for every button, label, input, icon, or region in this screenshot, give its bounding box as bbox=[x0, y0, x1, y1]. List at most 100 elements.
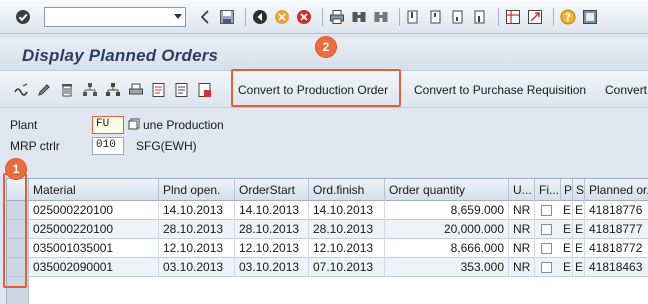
header-p[interactable]: P bbox=[561, 179, 573, 201]
cell-p: E bbox=[561, 258, 573, 277]
cell-material: 035001035001 bbox=[29, 239, 159, 258]
cell-plnd-open: 14.10.2013 bbox=[159, 201, 235, 220]
svg-text:?: ? bbox=[565, 11, 571, 24]
customize-icon[interactable] bbox=[581, 8, 599, 26]
cell-material: 035002090001 bbox=[29, 258, 159, 277]
prev-page-icon[interactable] bbox=[427, 8, 445, 26]
cell-unit: NR bbox=[509, 239, 535, 258]
highlight-row-selectors bbox=[3, 173, 27, 288]
convert-button[interactable]: Convert bbox=[601, 79, 648, 101]
page-title: Display Planned Orders bbox=[22, 46, 219, 65]
layout-icon[interactable] bbox=[504, 8, 522, 26]
print-list-icon[interactable] bbox=[127, 81, 145, 99]
collapse-icon[interactable] bbox=[196, 8, 214, 26]
cell-order-quantity: 20,000.000 bbox=[385, 220, 509, 239]
first-page-icon[interactable] bbox=[405, 8, 423, 26]
cell-s: E bbox=[573, 239, 585, 258]
cell-unit: NR bbox=[509, 220, 535, 239]
cell-ord-finish: 14.10.2013 bbox=[309, 201, 385, 220]
cell-ord-finish: 12.10.2013 bbox=[309, 239, 385, 258]
cell-s: E bbox=[573, 258, 585, 277]
cell-ord-finish: 07.10.2013 bbox=[309, 258, 385, 277]
cell-material: 025000220100 bbox=[29, 220, 159, 239]
exit-icon[interactable] bbox=[273, 8, 291, 26]
print-icon[interactable] bbox=[328, 8, 346, 26]
system-toolbar: ? bbox=[0, 0, 648, 34]
firmed-checkbox[interactable] bbox=[541, 205, 552, 216]
header-plnd-open[interactable]: Plnd open. bbox=[159, 179, 235, 201]
header-planned-order[interactable]: Planned or... bbox=[585, 179, 648, 201]
firmed-checkbox[interactable] bbox=[541, 243, 552, 254]
cell-order-quantity: 353.000 bbox=[385, 258, 509, 277]
convert-to-purchase-requisition-button[interactable]: Convert to Purchase Requisition bbox=[410, 79, 590, 101]
cell-order-quantity: 8,666.000 bbox=[385, 239, 509, 258]
back-icon[interactable] bbox=[251, 8, 269, 26]
hierarchy-icon[interactable] bbox=[81, 81, 99, 99]
cell-planned-order: 41818772 bbox=[585, 239, 648, 258]
create-session-icon[interactable] bbox=[526, 8, 544, 26]
table-row[interactable]: 025000220100 28.10.2013 28.10.2013 28.10… bbox=[29, 220, 648, 239]
cell-planned-order: 41818777 bbox=[585, 220, 648, 239]
cell-s: E bbox=[573, 201, 585, 220]
header-ord-finish[interactable]: Ord.finish bbox=[309, 179, 385, 201]
annotation-badge-1: 1 bbox=[6, 159, 26, 179]
mrp-controller-description: SFG(EWH) bbox=[136, 139, 197, 153]
mrp-controller-field[interactable]: 010 bbox=[92, 137, 124, 155]
copy-icon[interactable] bbox=[127, 117, 141, 131]
mrp-controller-label: MRP ctrlr bbox=[10, 139, 60, 153]
export-icon[interactable] bbox=[196, 81, 214, 99]
annotation-badge-2: 2 bbox=[316, 37, 336, 57]
cell-plnd-open: 28.10.2013 bbox=[159, 220, 235, 239]
table-header: Material Plnd open. OrderStart Ord.finis… bbox=[7, 179, 648, 201]
header-unit[interactable]: U... bbox=[509, 179, 535, 201]
highlight-convert-button bbox=[231, 69, 401, 107]
cell-order-start: 14.10.2013 bbox=[235, 201, 309, 220]
header-material[interactable]: Material bbox=[29, 179, 159, 201]
help-icon[interactable]: ? bbox=[559, 8, 577, 26]
cell-ord-finish: 28.10.2013 bbox=[309, 220, 385, 239]
cell-planned-order: 41818463 bbox=[585, 258, 648, 277]
plant-label: Plant bbox=[10, 118, 38, 132]
find-next-icon[interactable] bbox=[372, 8, 390, 26]
cell-planned-order: 41818776 bbox=[585, 201, 648, 220]
cell-p: E bbox=[561, 239, 573, 258]
cell-material: 025000220100 bbox=[29, 201, 159, 220]
structure-icon[interactable] bbox=[104, 81, 122, 99]
cell-unit: NR bbox=[509, 258, 535, 277]
last-page-icon[interactable] bbox=[471, 8, 489, 26]
cancel-icon[interactable] bbox=[295, 8, 313, 26]
delete-icon[interactable] bbox=[58, 81, 76, 99]
command-dropdown-icon[interactable] bbox=[170, 8, 185, 26]
cell-unit: NR bbox=[509, 201, 535, 220]
firmed-checkbox[interactable] bbox=[541, 224, 552, 235]
header-s[interactable]: S bbox=[573, 179, 585, 201]
next-page-icon[interactable] bbox=[449, 8, 467, 26]
table-row[interactable]: 035002090001 03.10.2013 03.10.2013 07.10… bbox=[29, 258, 648, 277]
cell-plnd-open: 12.10.2013 bbox=[159, 239, 235, 258]
edit-icon[interactable] bbox=[35, 81, 53, 99]
planned-orders-table: Material Plnd open. OrderStart Ord.finis… bbox=[6, 178, 648, 304]
check-icon[interactable] bbox=[14, 8, 32, 26]
table-row[interactable]: 025000220100 14.10.2013 14.10.2013 14.10… bbox=[29, 201, 648, 220]
header-order-start[interactable]: OrderStart bbox=[235, 179, 309, 201]
header-order-quantity[interactable]: Order quantity bbox=[385, 179, 509, 201]
header-form: Plant FU une Production MRP ctrlr 010 SF… bbox=[0, 108, 648, 178]
document-icon[interactable] bbox=[173, 81, 191, 99]
plant-description: une Production bbox=[143, 118, 224, 132]
cell-p: E bbox=[561, 220, 573, 239]
display-change-icon[interactable] bbox=[12, 81, 30, 99]
command-field[interactable] bbox=[44, 7, 186, 27]
table-row-empty bbox=[29, 277, 648, 304]
plant-field[interactable]: FU bbox=[92, 116, 124, 134]
firmed-checkbox[interactable] bbox=[541, 262, 552, 273]
save-icon[interactable] bbox=[218, 8, 236, 26]
cell-order-quantity: 8,659.000 bbox=[385, 201, 509, 220]
cell-s: E bbox=[573, 220, 585, 239]
cell-p: E bbox=[561, 201, 573, 220]
header-firmed[interactable]: Fi... bbox=[535, 179, 561, 201]
cell-order-start: 12.10.2013 bbox=[235, 239, 309, 258]
report-icon[interactable] bbox=[150, 81, 168, 99]
table-row[interactable]: 035001035001 12.10.2013 12.10.2013 12.10… bbox=[29, 239, 648, 258]
cell-order-start: 28.10.2013 bbox=[235, 220, 309, 239]
find-icon[interactable] bbox=[350, 8, 368, 26]
